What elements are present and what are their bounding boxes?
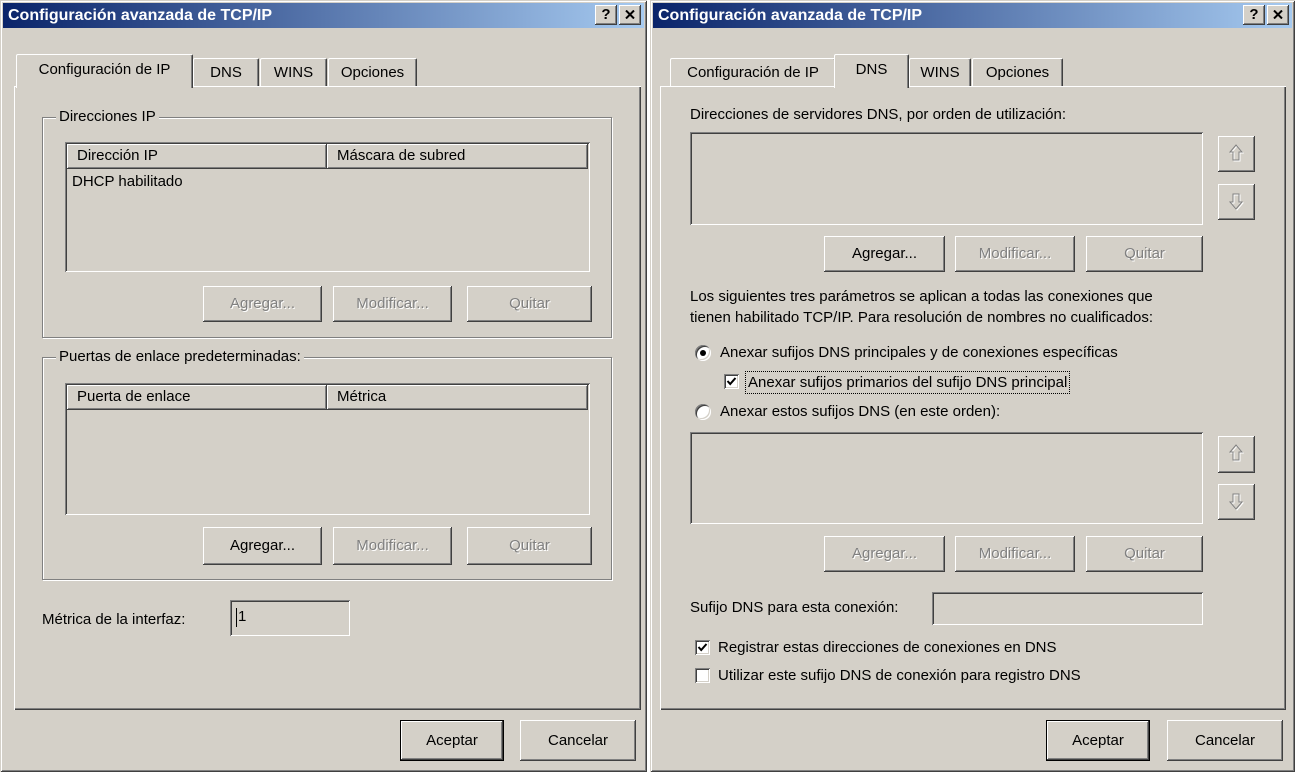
dns-servers-label: Direcciones de servidores DNS, por orden… [690,106,1067,123]
use-suffix-registration-checkbox[interactable] [695,668,710,683]
help-icon: ? [601,6,611,23]
use-suffix-registration-label[interactable]: Utilizar este sufijo DNS de conexión par… [718,667,1081,685]
edit-dns-server-button[interactable]: Modificar... [955,236,1075,272]
append-these-suffixes-label[interactable]: Anexar estos sufijos DNS (en este orden)… [720,403,1000,421]
remove-dns-server-button[interactable]: Quitar [1086,236,1203,272]
register-addresses-label[interactable]: Registrar estas direcciones de conexione… [718,639,1057,657]
radio-dot [700,350,706,356]
remove-ip-button[interactable]: Quitar [467,286,592,322]
table-row[interactable]: DHCP habilitado [67,173,588,191]
dns-suffixes-list[interactable] [690,432,1203,524]
title-bar[interactable]: Configuración avanzada de TCP/IP ? [653,3,1292,28]
title-bar[interactable]: Configuración avanzada de TCP/IP ? [3,3,644,28]
text-caret [236,608,237,627]
tab-options[interactable]: Opciones [972,58,1063,86]
arrow-down-icon [1228,493,1245,511]
column-header-ip-address[interactable]: Dirección IP [67,144,327,169]
register-addresses-checkbox[interactable] [695,640,710,655]
interface-metric-input[interactable]: 1 [230,600,350,636]
window-title: Configuración avanzada de TCP/IP [8,7,273,24]
interface-metric-value: 1 [238,608,247,625]
tab-wins[interactable]: WINS [909,58,971,86]
connection-suffix-input[interactable] [932,592,1203,625]
append-parent-suffixes-checkbox[interactable] [724,374,739,389]
arrow-down-icon [1228,193,1245,211]
ok-button[interactable]: Aceptar [1046,720,1150,761]
edit-gateway-button[interactable]: Modificar... [333,527,452,565]
cancel-button[interactable]: Cancelar [520,720,636,761]
ok-button[interactable]: Aceptar [400,720,504,761]
tab-dns[interactable]: DNS [193,58,259,86]
close-icon [1273,10,1283,19]
info-text-line: tienen habilitado TCP/IP. Para resolució… [690,309,1154,326]
append-parent-suffixes-label[interactable]: Anexar sufijos primarios del sufijo DNS … [745,371,1071,394]
column-header-metric[interactable]: Métrica [327,385,588,410]
append-primary-suffixes-label[interactable]: Anexar sufijos DNS principales y de cone… [720,344,1118,362]
advanced-tcpip-dialog-ip: Configuración avanzada de TCP/IP ? Confi… [0,0,647,772]
check-icon [697,643,708,652]
cancel-button[interactable]: Cancelar [1167,720,1283,761]
ip-address-cell: DHCP habilitado [72,173,183,190]
add-suffix-button[interactable]: Agregar... [824,536,945,572]
arrow-up-icon [1228,144,1245,162]
move-suffix-up-button[interactable] [1218,436,1255,473]
append-primary-suffixes-radio[interactable] [695,345,711,361]
append-these-suffixes-radio[interactable] [695,404,711,420]
remove-suffix-button[interactable]: Quitar [1086,536,1203,572]
remove-gateway-button[interactable]: Quitar [467,527,592,565]
help-button[interactable]: ? [1243,5,1265,25]
advanced-tcpip-dialog-dns: Configuración avanzada de TCP/IP ? Confi… [650,0,1295,772]
move-up-button[interactable] [1218,136,1255,172]
add-dns-server-button[interactable]: Agregar... [824,236,945,272]
help-button[interactable]: ? [595,5,617,25]
tab-ip-settings[interactable]: Configuración de IP [670,58,836,86]
ip-addresses-list[interactable]: Dirección IP Máscara de subred DHCP habi… [65,142,590,272]
close-button[interactable] [619,5,641,25]
default-gateways-group-label: Puertas de enlace predeterminadas: [56,348,304,366]
tab-dns[interactable]: DNS [834,54,909,88]
dns-servers-list[interactable] [690,132,1203,225]
add-gateway-button[interactable]: Agregar... [203,527,322,565]
column-header-gateway[interactable]: Puerta de enlace [67,385,327,410]
edit-ip-button[interactable]: Modificar... [333,286,452,322]
check-icon [726,377,737,386]
tab-wins[interactable]: WINS [260,58,327,86]
help-icon: ? [1249,6,1259,23]
move-suffix-down-button[interactable] [1218,484,1255,520]
add-ip-button[interactable]: Agregar... [203,286,322,322]
close-button[interactable] [1267,5,1289,25]
tab-options[interactable]: Opciones [328,58,417,86]
default-gateways-list[interactable]: Puerta de enlace Métrica [65,383,590,515]
info-text-line: Los siguientes tres parámetros se aplica… [690,288,1153,305]
move-down-button[interactable] [1218,184,1255,220]
window-title: Configuración avanzada de TCP/IP [658,7,923,24]
column-header-subnet-mask[interactable]: Máscara de subred [327,144,588,169]
close-icon [625,10,635,19]
interface-metric-label: Métrica de la interfaz: [42,611,186,628]
edit-suffix-button[interactable]: Modificar... [955,536,1075,572]
tab-ip-settings[interactable]: Configuración de IP [16,54,193,88]
connection-suffix-label: Sufijo DNS para esta conexión: [690,599,899,616]
arrow-up-icon [1228,444,1245,462]
ip-addresses-group-label: Direcciones IP [56,108,159,126]
